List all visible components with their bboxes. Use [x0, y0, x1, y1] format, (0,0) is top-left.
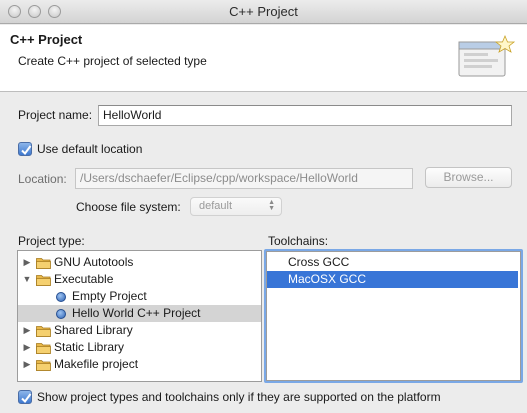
folder-icon — [36, 258, 51, 269]
open-folder-icon — [36, 275, 51, 286]
project-type-item-label: Shared Library — [54, 323, 133, 337]
toolchains-label: Toolchains: — [268, 234, 329, 248]
disclosure-expanded-icon[interactable]: ▼ — [22, 271, 32, 288]
use-default-location-checkbox[interactable] — [18, 142, 32, 156]
location-label: Location: — [18, 172, 67, 186]
browse-button[interactable]: Browse... — [425, 167, 512, 188]
folder-icon — [36, 343, 51, 354]
file-system-select[interactable]: default ▲ ▼ — [190, 197, 282, 216]
project-type-item[interactable]: Hello World C++ Project — [18, 305, 261, 322]
disclosure-collapsed-icon[interactable]: ▶ — [22, 322, 32, 339]
disclosure-collapsed-icon[interactable]: ▶ — [22, 339, 32, 356]
toolchain-item[interactable]: Cross GCC — [267, 254, 518, 271]
title-bar: C++ Project — [0, 0, 527, 24]
project-template-icon — [56, 292, 66, 302]
use-default-location-label: Use default location — [37, 142, 143, 156]
project-type-item-label: Makefile project — [54, 357, 139, 371]
project-type-item[interactable]: ▶ Shared Library — [18, 322, 261, 339]
select-arrows-icon: ▲ ▼ — [268, 199, 275, 212]
file-system-value: default — [199, 200, 233, 212]
project-type-item[interactable]: ▶ Static Library — [18, 339, 261, 356]
project-type-label: Project type: — [18, 234, 85, 248]
wizard-title: C++ Project — [10, 32, 83, 47]
wizard-description: Create C++ project of selected type — [18, 54, 207, 68]
toolchains-list[interactable]: Cross GCC MacOSX GCC — [266, 251, 521, 381]
folder-icon — [36, 326, 51, 337]
location-input[interactable]: /Users/dschaefer/Eclipse/cpp/workspace/H… — [75, 168, 413, 189]
project-type-item-label: Hello World C++ Project — [72, 306, 201, 320]
disclosure-collapsed-icon[interactable]: ▶ — [22, 356, 32, 373]
project-template-icon — [56, 309, 66, 319]
project-name-input[interactable]: HelloWorld — [98, 105, 512, 126]
show-supported-only-label: Show project types and toolchains only i… — [37, 390, 441, 404]
project-name-label: Project name: — [18, 108, 93, 122]
project-type-item[interactable]: ▶ GNU Autotools — [18, 254, 261, 271]
checkmark-icon — [21, 145, 32, 156]
project-type-item-label: GNU Autotools — [54, 255, 134, 269]
project-type-item[interactable]: Empty Project — [18, 288, 261, 305]
project-type-item-label: Static Library — [54, 340, 125, 354]
window-title: C++ Project — [229, 4, 298, 19]
project-type-item-label: Empty Project — [72, 289, 147, 303]
toolchain-item[interactable]: MacOSX GCC — [267, 271, 518, 288]
project-type-tree[interactable]: ▶ GNU Autotools ▼ Executable Empty Project He… — [17, 250, 262, 382]
project-type-item[interactable]: ▼ Executable — [18, 271, 261, 288]
checkmark-icon — [21, 393, 32, 404]
project-type-item[interactable]: ▶ Makefile project — [18, 356, 261, 373]
folder-icon — [36, 360, 51, 371]
wizard-header: C++ Project Create C++ project of select… — [0, 25, 527, 92]
file-system-label: Choose file system: — [76, 200, 181, 214]
new-project-wizard-icon — [458, 34, 515, 77]
show-supported-only-checkbox[interactable] — [18, 390, 32, 404]
project-type-item-label: Executable — [54, 272, 114, 286]
disclosure-collapsed-icon[interactable]: ▶ — [22, 254, 32, 271]
